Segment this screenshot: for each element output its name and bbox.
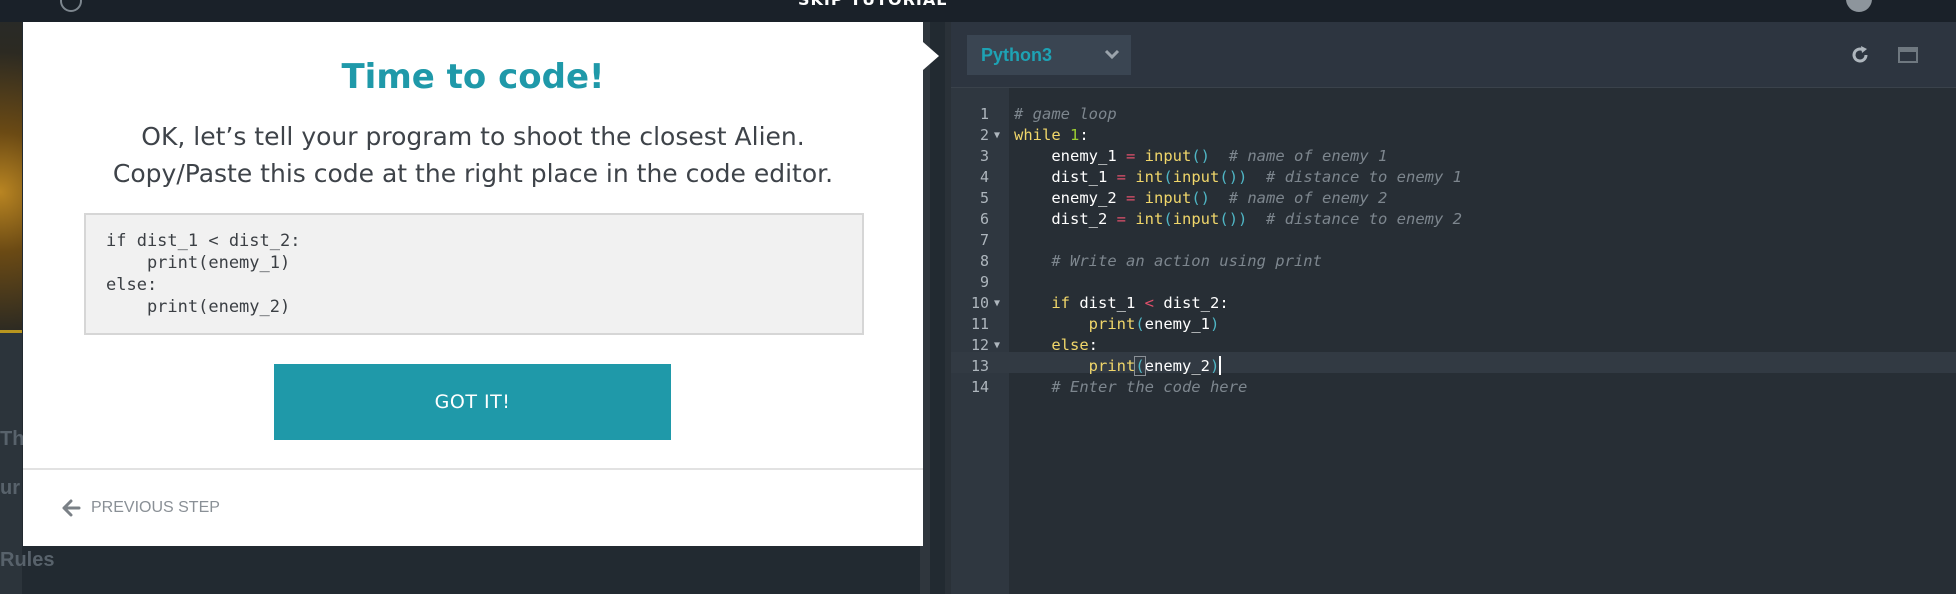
code-line-text: # Enter the code here (1051, 378, 1248, 396)
chevron-down-icon (1104, 49, 1120, 60)
arrow-left-icon (62, 499, 81, 517)
code-line[interactable] (951, 230, 1956, 251)
progress-line (0, 330, 22, 333)
language-value: Python3 (981, 44, 1053, 65)
code-line[interactable]: # Write an action using print (951, 251, 1956, 272)
code-line-text: while 1: (1014, 126, 1089, 144)
code-line[interactable]: dist_1 = int(input()) # distance to enem… (951, 167, 1956, 188)
skip-tutorial-button[interactable]: SKIP TUTORIAL (798, 0, 947, 9)
popup-pointer (923, 42, 939, 70)
code-line-text: enemy_1 = input() # name of enemy 1 (1014, 147, 1388, 165)
code-snippet[interactable]: if dist_1 < dist_2: print(enemy_1) else:… (86, 215, 862, 333)
got-it-button[interactable]: GOT IT! (274, 364, 671, 440)
tutorial-popup: Time to code! OK, let’s tell your progra… (23, 22, 923, 546)
code-line-text: # Write an action using print (1051, 252, 1322, 270)
code-line-text: print(enemy_2) (1088, 356, 1222, 376)
code-snippet-box[interactable]: if dist_1 < dist_2: print(enemy_1) else:… (84, 213, 864, 335)
code-line-text: dist_2 = int(input()) # distance to enem… (1014, 210, 1462, 228)
background-text-2: ur (0, 477, 20, 499)
code-line-text: enemy_2 = input() # name of enemy 2 (1014, 189, 1388, 207)
background-text-rules: Rules (0, 549, 55, 571)
code-line[interactable]: # game loop (951, 104, 1956, 125)
code-line-text: else: (1051, 336, 1098, 354)
language-select[interactable]: Python3 (967, 35, 1131, 75)
top-left-icon[interactable] (60, 0, 82, 12)
background-text-1: Th (0, 428, 25, 450)
code-line-text: # game loop (1014, 105, 1117, 123)
code-line[interactable]: # Enter the code here (951, 377, 1956, 398)
popup-separator (23, 468, 923, 470)
code-line-text: dist_1 = int(input()) # distance to enem… (1014, 168, 1462, 186)
maximize-icon[interactable] (1897, 44, 1919, 66)
top-bar: SKIP TUTORIAL (0, 0, 1956, 22)
code-editor[interactable]: Python3 1 2 ▼ 3 4 5 6 7 8 9 10 ▼ 11 12 ▼ 13… (951, 22, 1956, 594)
text-cursor (1219, 356, 1222, 375)
instruction-line-1: OK, let’s tell your program to shoot the… (141, 122, 805, 151)
previous-step-label: PREVIOUS STEP (91, 499, 220, 516)
code-line[interactable]: enemy_2 = input() # name of enemy 2 (951, 188, 1956, 209)
reset-icon[interactable] (1849, 44, 1871, 66)
code-line[interactable]: print(enemy_2) (951, 356, 1956, 377)
popup-instructions: OK, let’s tell your program to shoot the… (23, 118, 923, 192)
code-line-text: print(enemy_1) (1088, 315, 1220, 333)
code-line[interactable]: print(enemy_1) (951, 314, 1956, 335)
previous-step-link[interactable]: PREVIOUS STEP (61, 498, 220, 518)
popup-title: Time to code! (341, 57, 605, 97)
game-preview-image (0, 22, 22, 332)
code-line[interactable] (951, 272, 1956, 293)
avatar[interactable] (1846, 0, 1872, 12)
code-line[interactable]: enemy_1 = input() # name of enemy 1 (951, 146, 1956, 167)
code-line[interactable]: dist_2 = int(input()) # distance to enem… (951, 209, 1956, 230)
instruction-line-2: Copy/Paste this code at the right place … (112, 159, 834, 188)
code-line-text: if dist_1 < dist_2: (1051, 294, 1229, 312)
editor-toolbar: Python3 (951, 22, 1956, 88)
code-line[interactable]: if dist_1 < dist_2: (951, 293, 1956, 314)
code-line[interactable]: else: (951, 335, 1956, 356)
code-line[interactable]: while 1: (951, 125, 1956, 146)
